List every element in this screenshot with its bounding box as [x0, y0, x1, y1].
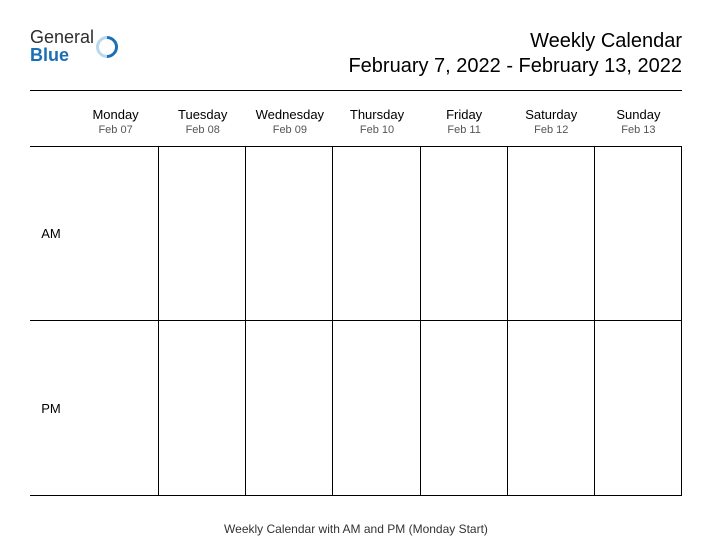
cell-am-tue	[159, 146, 246, 321]
logo: General Blue	[30, 28, 118, 64]
page-title: Weekly Calendar	[348, 30, 682, 53]
cell-am-sat	[508, 146, 595, 321]
day-date: Feb 07	[72, 124, 159, 136]
day-header-friday: Friday Feb 11	[421, 101, 508, 146]
day-header-thursday: Thursday Feb 10	[333, 101, 420, 146]
cell-pm-tue	[159, 321, 246, 496]
row-label-pm: PM	[30, 321, 72, 496]
day-date: Feb 08	[159, 124, 246, 136]
day-header-wednesday: Wednesday Feb 09	[246, 101, 333, 146]
cell-am-wed	[246, 146, 333, 321]
globe-icon	[91, 31, 122, 62]
title-block: Weekly Calendar February 7, 2022 - Febru…	[348, 28, 682, 78]
cell-pm-thu	[333, 321, 420, 496]
row-label-spacer	[30, 101, 72, 146]
logo-line2: Blue	[30, 46, 94, 64]
cell-pm-fri	[421, 321, 508, 496]
cell-am-mon	[72, 146, 159, 321]
day-header-tuesday: Tuesday Feb 08	[159, 101, 246, 146]
day-date: Feb 09	[246, 124, 333, 136]
cell-am-sun	[595, 146, 682, 321]
day-name: Tuesday	[159, 107, 246, 122]
row-am: AM	[30, 146, 682, 321]
day-name: Saturday	[508, 107, 595, 122]
day-name: Wednesday	[246, 107, 333, 122]
day-header-sunday: Sunday Feb 13	[595, 101, 682, 146]
day-name: Friday	[421, 107, 508, 122]
day-header-row: Monday Feb 07 Tuesday Feb 08 Wednesday F…	[30, 101, 682, 146]
calendar: Monday Feb 07 Tuesday Feb 08 Wednesday F…	[30, 101, 682, 496]
row-pm: PM	[30, 321, 682, 496]
logo-line1: General	[30, 28, 94, 46]
day-date: Feb 13	[595, 124, 682, 136]
cell-pm-sun	[595, 321, 682, 496]
day-date: Feb 10	[333, 124, 420, 136]
footer-caption: Weekly Calendar with AM and PM (Monday S…	[30, 522, 682, 536]
header: General Blue Weekly Calendar February 7,…	[30, 28, 682, 91]
day-date: Feb 11	[421, 124, 508, 136]
day-header-monday: Monday Feb 07	[72, 101, 159, 146]
cell-am-thu	[333, 146, 420, 321]
date-range: February 7, 2022 - February 13, 2022	[348, 55, 682, 78]
day-name: Sunday	[595, 107, 682, 122]
cell-am-fri	[421, 146, 508, 321]
day-date: Feb 12	[508, 124, 595, 136]
logo-text: General Blue	[30, 28, 94, 64]
cell-pm-mon	[72, 321, 159, 496]
cell-pm-wed	[246, 321, 333, 496]
row-label-am: AM	[30, 146, 72, 321]
day-name: Thursday	[333, 107, 420, 122]
day-name: Monday	[72, 107, 159, 122]
day-header-saturday: Saturday Feb 12	[508, 101, 595, 146]
cell-pm-sat	[508, 321, 595, 496]
